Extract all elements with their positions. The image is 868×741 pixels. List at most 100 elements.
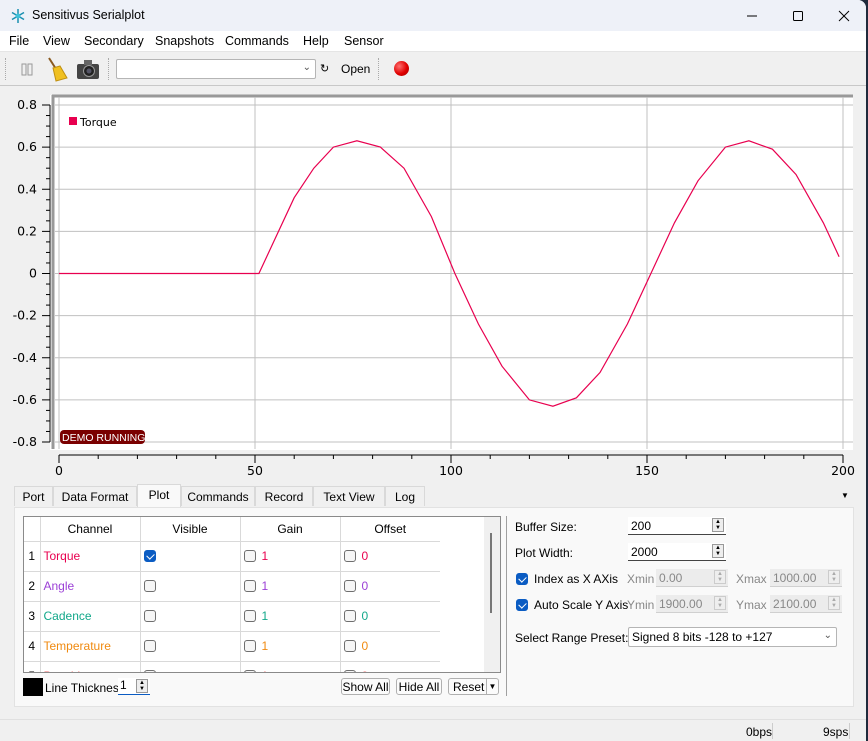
gain-cell[interactable]: 1	[239, 540, 340, 571]
gain-value[interactable]: 1	[262, 579, 269, 593]
menu-secondary[interactable]: Secondary	[84, 34, 144, 48]
scrollbar-thumb[interactable]	[490, 533, 492, 613]
tab-text-view[interactable]: Text View	[313, 486, 385, 506]
spin-arrows-icon[interactable]: ▲ ▼	[714, 570, 726, 584]
tab-plot[interactable]: Plot	[137, 484, 181, 507]
offset-checkbox[interactable]	[343, 549, 356, 562]
xmax-spinbox[interactable]: 1000.00 ▲ ▼	[770, 569, 842, 587]
spin-arrows-icon[interactable]: ▲ ▼	[712, 544, 724, 558]
tab-data-format[interactable]: Data Format	[53, 486, 137, 506]
visible-cell[interactable]	[139, 570, 240, 601]
offset-cell[interactable]: 0	[339, 660, 440, 672]
reset-button[interactable]: Reset ▼	[448, 678, 499, 695]
offset-checkbox[interactable]	[343, 579, 356, 592]
table-row[interactable]: 3 Cadence 1 0	[24, 600, 440, 631]
spin-arrows-icon[interactable]: ▲ ▼	[714, 596, 726, 610]
channel-name[interactable]: Torque	[39, 540, 140, 571]
table-row[interactable]: 5Batt. V 1 0	[24, 660, 440, 672]
spin-arrows-icon[interactable]: ▲ ▼	[712, 518, 724, 532]
visible-checkbox[interactable]	[143, 549, 156, 562]
gain-checkbox[interactable]	[243, 609, 256, 622]
close-button[interactable]	[821, 0, 866, 31]
table-scrollbar[interactable]	[484, 517, 500, 672]
visible-checkbox[interactable]	[143, 609, 156, 622]
buffer-size-spinbox[interactable]: 200 ▲ ▼	[628, 517, 726, 535]
tab-record[interactable]: Record	[255, 486, 313, 506]
tab-log[interactable]: Log	[385, 486, 425, 506]
channel-name[interactable]: Angle	[39, 570, 140, 601]
offset-checkbox[interactable]	[343, 670, 356, 672]
table-row[interactable]: 4 Temperature 1 0	[24, 630, 440, 661]
line-color-swatch[interactable]	[23, 678, 43, 696]
reset-dropdown-icon[interactable]: ▼	[486, 679, 498, 694]
checkbox-checked-icon[interactable]	[516, 572, 528, 585]
offset-value[interactable]: 0	[362, 579, 369, 593]
gain-checkbox[interactable]	[243, 670, 256, 672]
line-thickness-spinbox[interactable]: 1 ▲ ▼	[118, 678, 150, 695]
gain-cell[interactable]: 1	[239, 570, 340, 601]
show-all-button[interactable]: Show All	[341, 678, 390, 695]
open-port-button[interactable]: Open	[341, 62, 370, 76]
channel-name[interactable]: Batt. V	[39, 660, 140, 672]
ymax-spinbox[interactable]: 2100.00 ▲ ▼	[770, 595, 842, 613]
menu-help[interactable]: Help	[303, 34, 329, 48]
xmin-spinbox[interactable]: 0.00 ▲ ▼	[656, 569, 728, 587]
gain-value[interactable]: 1	[262, 549, 269, 563]
hide-all-button[interactable]: Hide All	[396, 678, 442, 695]
record-icon[interactable]	[394, 61, 409, 76]
channel-name[interactable]: Temperature	[39, 630, 140, 661]
tab-menu-arrow-icon[interactable]: ▼	[841, 491, 849, 500]
checkbox-checked-icon[interactable]	[516, 598, 528, 611]
menu-sensor[interactable]: Sensor	[344, 34, 384, 48]
offset-cell[interactable]: 0	[339, 600, 440, 631]
offset-value[interactable]: 0	[362, 669, 369, 672]
channel-name[interactable]: Cadence	[39, 600, 140, 631]
offset-value[interactable]: 0	[362, 609, 369, 623]
menu-snapshots[interactable]: Snapshots	[155, 34, 214, 48]
table-row[interactable]: 2 Angle 1 0	[24, 570, 440, 601]
gain-checkbox[interactable]	[243, 579, 256, 592]
range-preset-select[interactable]: Signed 8 bits -128 to +127 ⌄	[628, 627, 837, 647]
toolbar-grip[interactable]	[5, 58, 8, 80]
offset-cell[interactable]: 0	[339, 630, 440, 661]
menu-view[interactable]: View	[43, 34, 70, 48]
port-select[interactable]: ⌄	[116, 59, 316, 79]
visible-cell[interactable]	[139, 600, 240, 631]
offset-value[interactable]: 0	[362, 639, 369, 653]
spin-arrows-icon[interactable]: ▲ ▼	[136, 679, 148, 693]
gain-value[interactable]: 1	[262, 669, 269, 672]
offset-cell[interactable]: 0	[339, 540, 440, 571]
minimize-button[interactable]	[729, 0, 775, 31]
gain-value[interactable]: 1	[262, 639, 269, 653]
gain-cell[interactable]: 1	[239, 660, 340, 672]
spin-arrows-icon[interactable]: ▲ ▼	[828, 596, 840, 610]
spin-arrows-icon[interactable]: ▲ ▼	[828, 570, 840, 584]
visible-checkbox[interactable]	[143, 639, 156, 652]
plot-area[interactable]: 0.8 0.6 0.4 0.2 0 -0.2 -0.4 -0.6 -0.8 0 50 100 150 20…	[0, 87, 866, 483]
broom-icon[interactable]	[43, 56, 69, 82]
visible-checkbox[interactable]	[143, 579, 156, 592]
gain-checkbox[interactable]	[243, 549, 256, 562]
camera-icon[interactable]	[75, 56, 101, 82]
toolbar-grip[interactable]	[108, 58, 111, 80]
toolbar-grip[interactable]	[378, 58, 381, 80]
gain-value[interactable]: 1	[262, 609, 269, 623]
visible-cell[interactable]	[139, 630, 240, 661]
visible-checkbox[interactable]	[143, 670, 156, 672]
tab-commands[interactable]: Commands	[181, 486, 255, 506]
offset-cell[interactable]: 0	[339, 570, 440, 601]
gain-cell[interactable]: 1	[239, 600, 340, 631]
plot-chart[interactable]: 0.8 0.6 0.4 0.2 0 -0.2 -0.4 -0.6 -0.8 0 50 100 150 20…	[0, 87, 866, 483]
offset-checkbox[interactable]	[343, 609, 356, 622]
menu-file[interactable]: File	[9, 34, 29, 48]
table-row[interactable]: 1 Torque 1 0	[24, 540, 440, 571]
refresh-ports-icon[interactable]: ↻	[320, 62, 329, 75]
index-x-checkbox[interactable]: Index as X AXis	[516, 572, 618, 586]
ymin-spinbox[interactable]: 1900.00 ▲ ▼	[656, 595, 728, 613]
gain-checkbox[interactable]	[243, 639, 256, 652]
offset-checkbox[interactable]	[343, 639, 356, 652]
maximize-button[interactable]	[775, 0, 821, 31]
tab-port[interactable]: Port	[14, 486, 53, 506]
plot-width-spinbox[interactable]: 2000 ▲ ▼	[628, 543, 726, 561]
visible-cell[interactable]	[139, 540, 240, 571]
